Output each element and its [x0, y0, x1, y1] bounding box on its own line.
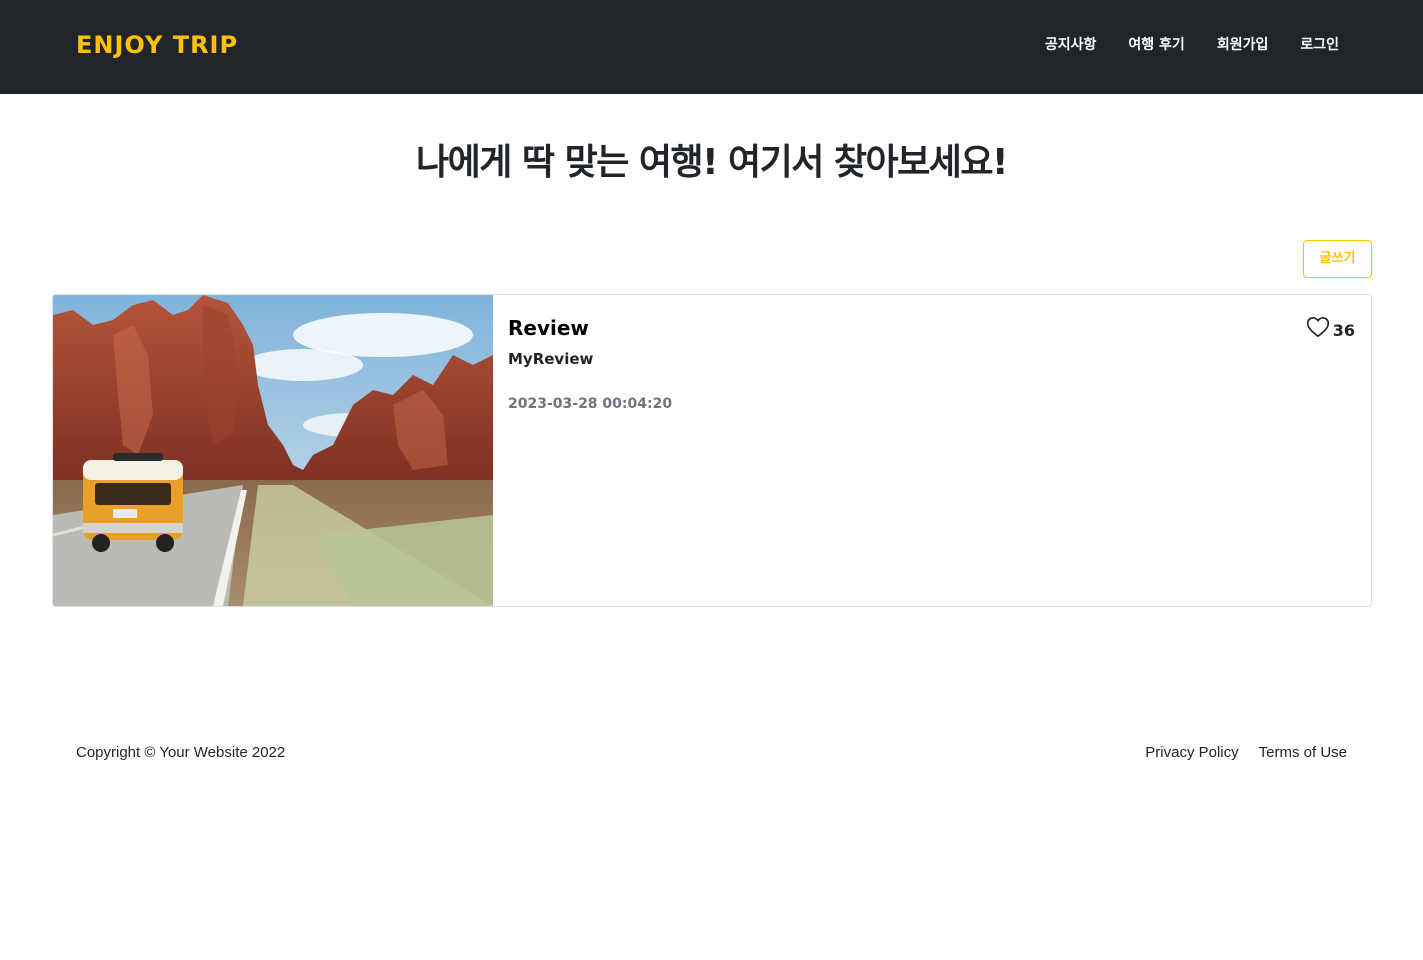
desert-road-van-photo: [53, 295, 493, 606]
footer-links: Privacy Policy Terms of Use: [1125, 743, 1347, 763]
brand-logo[interactable]: ENJOY TRIP: [76, 30, 238, 60]
nav-link-notice[interactable]: 공지사항: [1045, 34, 1097, 56]
like-area: 36: [1305, 313, 1355, 341]
review-subtitle: MyReview: [508, 350, 594, 368]
review-image[interactable]: [53, 295, 493, 606]
review-card[interactable]: Review MyReview 2023-03-28 00:04:20 36: [52, 294, 1372, 607]
nav-link-signup[interactable]: 회원가입: [1217, 34, 1269, 56]
nav-links: 공지사항 여행 후기 회원가입 로그인: [1013, 34, 1339, 56]
page-title: 나에게 딱 맞는 여행! 여기서 찾아보세요!: [416, 142, 1008, 183]
review-date: 2023-03-28 00:04:20: [508, 396, 673, 412]
top-navbar: ENJOY TRIP 공지사항 여행 후기 회원가입 로그인: [0, 0, 1423, 94]
nav-link-login[interactable]: 로그인: [1300, 34, 1339, 56]
heart-icon[interactable]: [1305, 314, 1331, 340]
like-count: 36: [1332, 320, 1355, 340]
write-button[interactable]: 글쓰기: [1303, 240, 1372, 278]
footer-copyright: Copyright © Your Website 2022: [76, 744, 286, 761]
review-title[interactable]: Review: [508, 315, 589, 341]
terms-of-use-link[interactable]: Terms of Use: [1259, 743, 1347, 763]
nav-link-travel-review[interactable]: 여행 후기: [1128, 34, 1184, 56]
privacy-policy-link[interactable]: Privacy Policy: [1145, 743, 1238, 763]
